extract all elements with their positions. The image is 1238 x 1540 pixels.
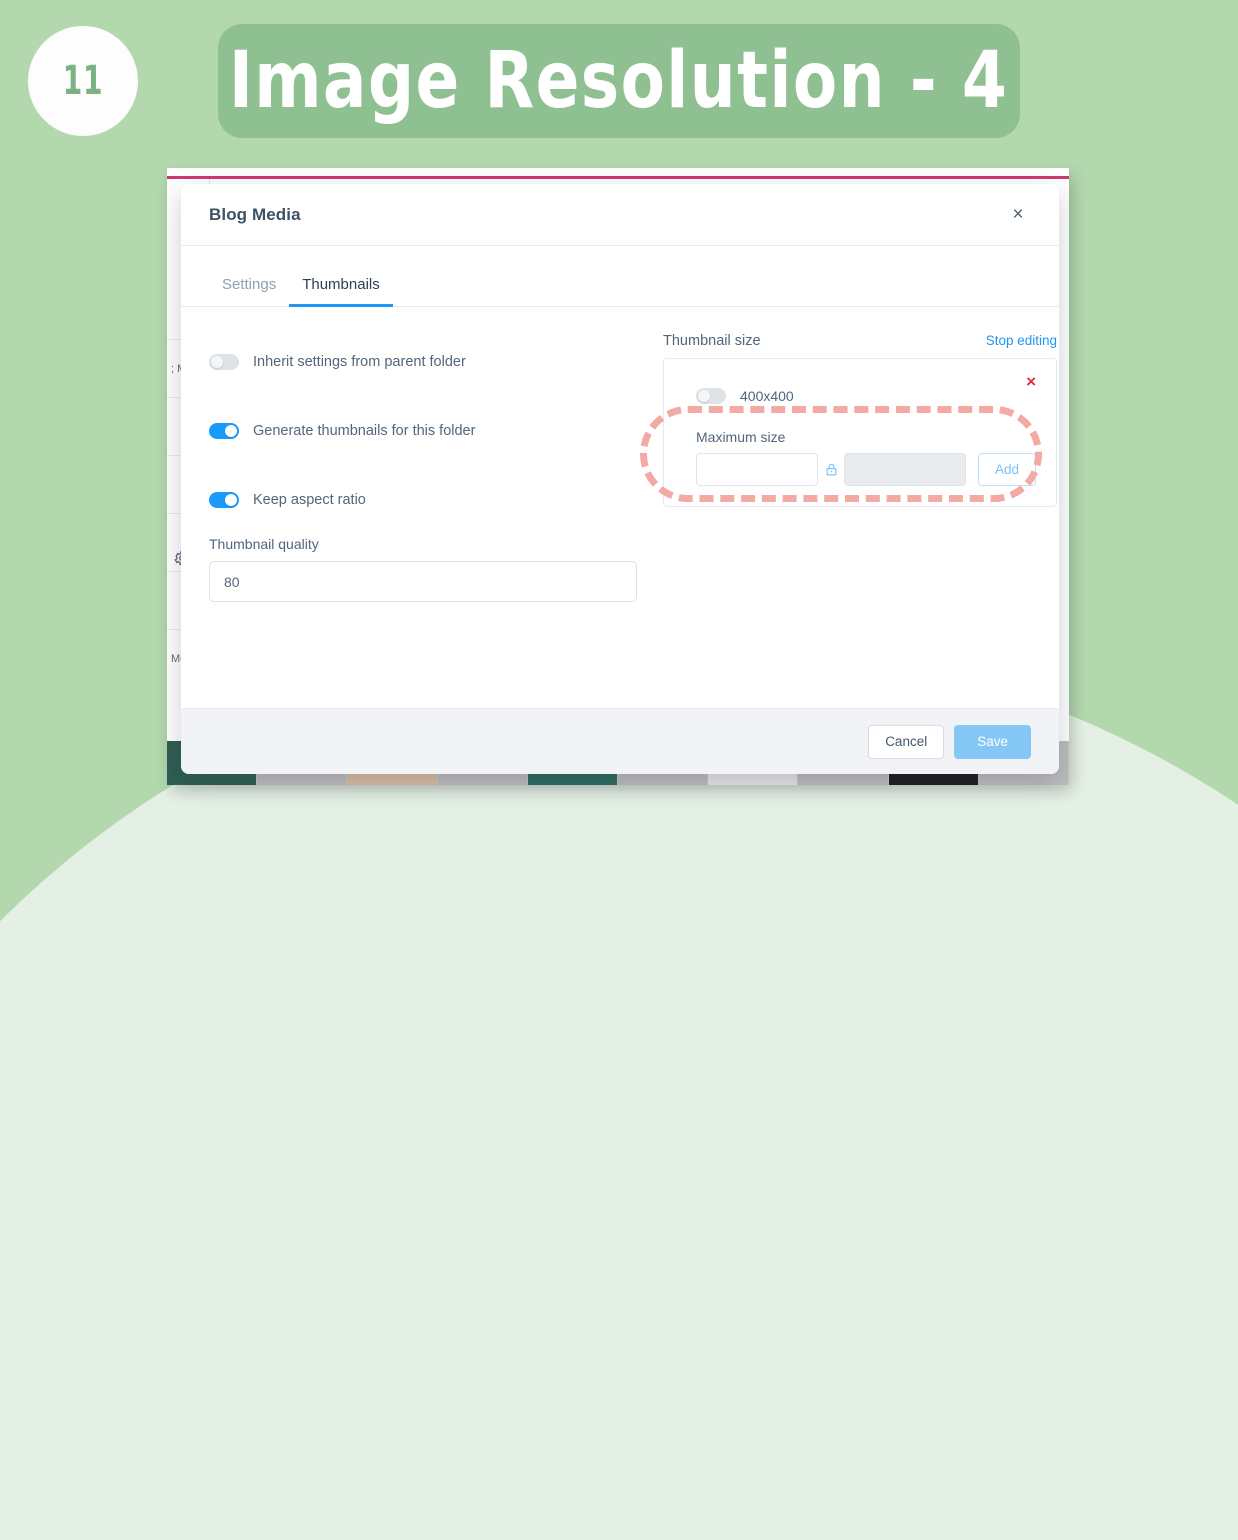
toggle-label-keep-aspect-ratio: Keep aspect ratio xyxy=(253,492,366,508)
toggle-row-keep-aspect-ratio: Keep aspect ratio xyxy=(209,488,637,512)
toggle-knob xyxy=(225,425,237,437)
settings-column-right: Thumbnail size Stop editing × 400x400 Ma… xyxy=(637,333,1057,708)
blog-media-dialog: Blog Media × Settings Thumbnails Inherit… xyxy=(181,184,1059,774)
toggle-generate-thumbnails[interactable] xyxy=(209,423,239,439)
toggle-label-generate-thumbnails: Generate thumbnails for this folder xyxy=(253,423,476,439)
add-size-button[interactable]: Add xyxy=(978,453,1036,486)
slide-title-banner: Image Resolution - 4 xyxy=(218,24,1020,138)
slide-number-badge: 11 xyxy=(28,26,138,136)
toggle-inherit-settings[interactable] xyxy=(209,354,239,370)
toggle-size-400x400[interactable] xyxy=(696,388,726,404)
background-accent-line xyxy=(167,176,1069,179)
stop-editing-link[interactable]: Stop editing xyxy=(986,333,1057,348)
size-entry-label: 400x400 xyxy=(740,388,794,404)
toggle-knob xyxy=(211,356,223,368)
settings-column-left: Inherit settings from parent folder Gene… xyxy=(209,333,637,708)
cancel-button[interactable]: Cancel xyxy=(868,724,945,759)
slide-header: 11 Image Resolution - 4 xyxy=(0,0,1238,160)
tab-bar: Settings Thumbnails xyxy=(181,270,1059,307)
save-button[interactable]: Save xyxy=(954,724,1031,759)
delete-size-icon[interactable]: × xyxy=(1020,372,1042,391)
toggle-keep-aspect-ratio[interactable] xyxy=(209,492,239,508)
maximum-size-label: Maximum size xyxy=(696,429,786,445)
slide-title-text: Image Resolution - 4 xyxy=(229,36,1009,126)
tab-settings[interactable]: Settings xyxy=(209,270,289,307)
slide-number-text: 11 xyxy=(62,58,104,104)
dialog-body: Inherit settings from parent folder Gene… xyxy=(181,307,1059,708)
lock-closed-icon[interactable] xyxy=(818,462,844,477)
tab-thumbnails[interactable]: Thumbnails xyxy=(289,270,393,307)
thumbnail-size-header: Thumbnail size Stop editing xyxy=(663,333,1057,349)
max-width-input[interactable] xyxy=(696,453,818,486)
toggle-knob xyxy=(225,494,237,506)
dialog-header: Blog Media × xyxy=(181,184,1059,246)
size-entry-row: 400x400 xyxy=(696,385,1036,407)
thumbnail-quality-label: Thumbnail quality xyxy=(209,536,319,552)
dialog-title: Blog Media xyxy=(209,204,301,224)
maximum-size-row: Add xyxy=(696,453,1036,486)
toggle-label-inherit-settings: Inherit settings from parent folder xyxy=(253,354,466,370)
thumbnail-size-card: × 400x400 Maximum size Add xyxy=(663,358,1057,507)
toggle-row-generate-thumbnails: Generate thumbnails for this folder xyxy=(209,419,637,443)
toggle-row-inherit-settings: Inherit settings from parent folder xyxy=(209,350,637,374)
thumbnail-size-label: Thumbnail size xyxy=(663,333,761,349)
thumbnail-quality-input[interactable] xyxy=(209,561,637,602)
max-height-input xyxy=(844,453,966,486)
dialog-footer: Cancel Save xyxy=(181,708,1059,774)
toggle-knob xyxy=(698,390,710,402)
close-icon[interactable]: × xyxy=(1005,202,1031,228)
